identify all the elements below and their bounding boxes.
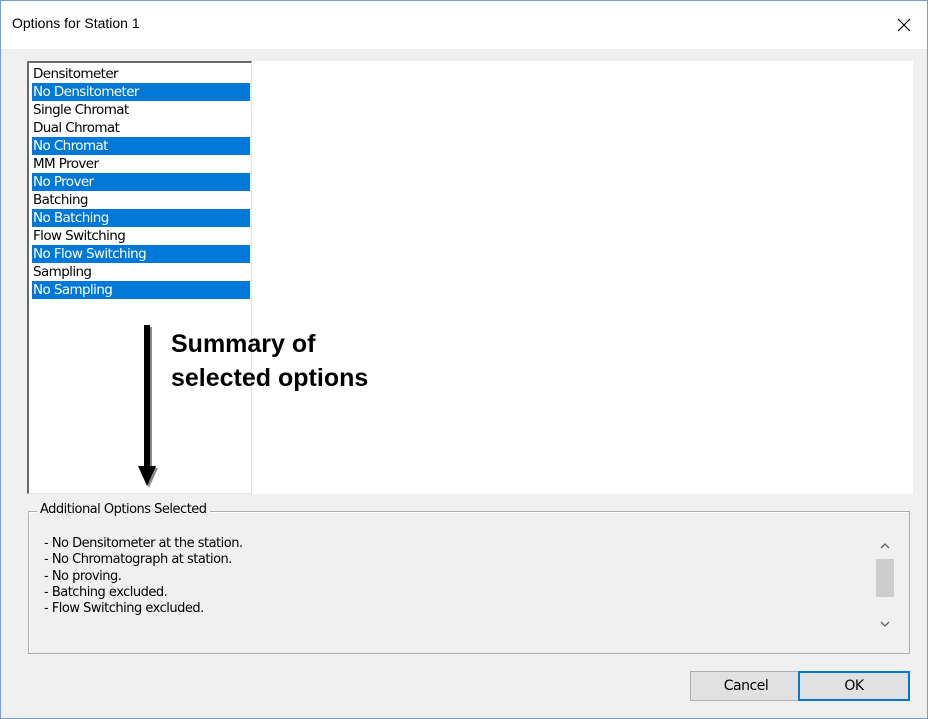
cancel-button[interactable]: Cancel: [690, 671, 802, 701]
vertical-scrollbar[interactable]: [871, 533, 898, 639]
scroll-down-button[interactable]: [871, 615, 898, 632]
arrow-down-icon: [138, 325, 158, 488]
summary-line: - No Densitometer at the station.: [44, 536, 243, 551]
list-item[interactable]: No Densitometer: [32, 83, 250, 101]
list-item[interactable]: MM Prover: [32, 155, 250, 173]
close-icon: [897, 18, 911, 32]
annotation-label: Summary of selected options: [171, 327, 368, 395]
window-title: Options for Station 1: [12, 15, 140, 31]
summary-line: - Flow Switching excluded.: [44, 601, 204, 617]
summary-line: - No proving.: [44, 568, 122, 584]
group-legend: Additional Options Selected: [37, 502, 210, 517]
list-item[interactable]: Densitometer: [32, 65, 250, 83]
summary-line: - Batching excluded.: [44, 584, 168, 600]
list-item[interactable]: Single Chromat: [32, 101, 250, 119]
chevron-up-icon: [880, 542, 889, 548]
additional-options-text: - No Densitometer at the station. - No C…: [44, 536, 243, 617]
list-item[interactable]: Batching: [32, 191, 250, 209]
options-dialog: Options for Station 1 Densitometer No De…: [0, 0, 928, 719]
list-item[interactable]: No Batching: [32, 209, 250, 227]
list-item[interactable]: No Prover: [32, 173, 250, 191]
annotation-line-2: selected options: [171, 364, 369, 392]
title-bar[interactable]: Options for Station 1: [1, 1, 927, 49]
summary-line: - No Chromatograph at station.: [44, 552, 232, 568]
list-item[interactable]: No Chromat: [32, 137, 250, 155]
scroll-thumb[interactable]: [876, 559, 894, 597]
list-item[interactable]: No Flow Switching: [32, 245, 250, 263]
list-item[interactable]: No Sampling: [32, 281, 250, 299]
list-item[interactable]: Dual Chromat: [32, 119, 250, 137]
list-item[interactable]: Sampling: [32, 263, 250, 281]
ok-button[interactable]: OK: [798, 671, 910, 701]
chevron-down-icon: [880, 621, 889, 627]
annotation-line-1: Summary of: [171, 330, 316, 358]
scroll-up-button[interactable]: [871, 537, 898, 554]
list-item[interactable]: Flow Switching: [32, 227, 250, 245]
close-button[interactable]: [881, 1, 927, 49]
